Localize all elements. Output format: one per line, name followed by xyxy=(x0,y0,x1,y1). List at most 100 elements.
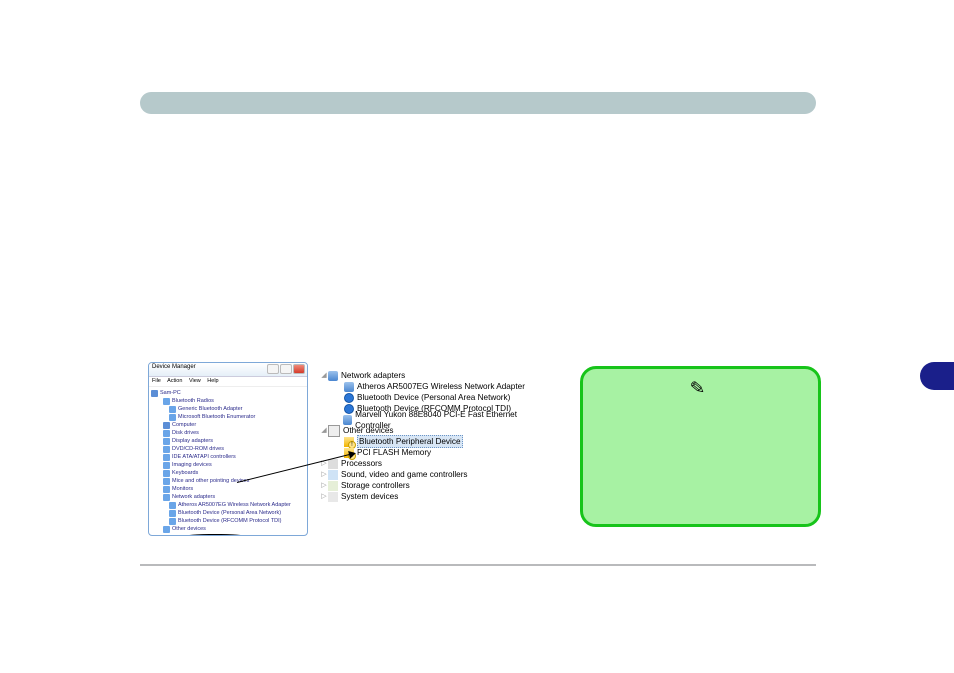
tree-item[interactable]: Imaging devices xyxy=(151,462,305,470)
bt-icon xyxy=(344,393,354,403)
bt-icon xyxy=(169,406,176,413)
tree-item-label: Imaging devices xyxy=(172,462,212,469)
dev-icon xyxy=(163,486,170,493)
zoom-row-label: Atheros AR5007EG Wireless Network Adapte… xyxy=(357,381,525,392)
dev-icon xyxy=(163,478,170,485)
snd-icon xyxy=(328,470,338,480)
minimize-button[interactable] xyxy=(267,364,279,374)
zoom-row[interactable]: Bluetooth Device (Personal Area Network) xyxy=(320,392,534,403)
tree-item-label: Generic Bluetooth Adapter xyxy=(178,406,243,413)
pencil-icon: ✎ xyxy=(689,377,706,399)
header-bar xyxy=(140,92,816,114)
device-manager-window: Device Manager File Action View Help Sam… xyxy=(148,362,308,536)
tree-item[interactable]: Other devices xyxy=(151,526,305,534)
bt-icon xyxy=(169,510,176,517)
net-icon xyxy=(163,494,170,501)
tree-item[interactable]: Microsoft Bluetooth Enumerator xyxy=(151,414,305,422)
pc-icon xyxy=(151,390,158,397)
tree-root[interactable]: Sam-PC xyxy=(160,390,181,397)
zoom-row[interactable]: Atheros AR5007EG Wireless Network Adapte… xyxy=(320,381,534,392)
dev-icon xyxy=(163,446,170,453)
menu-view[interactable]: View xyxy=(189,378,201,384)
tree-item[interactable]: Bluetooth Device (Personal Area Network) xyxy=(151,510,305,518)
zoom-row-label: System devices xyxy=(341,491,398,502)
tree-item-label: Microsoft Bluetooth Enumerator xyxy=(178,414,255,421)
net-icon xyxy=(344,382,354,392)
net-icon xyxy=(343,415,352,425)
tree-item[interactable]: Network adapters xyxy=(151,494,305,502)
tree-item[interactable]: Atheros AR5007EG Wireless Network Adapte… xyxy=(151,502,305,510)
tree-item-label: Bluetooth Radios xyxy=(172,398,214,405)
tree-item-label: Bluetooth Peripheral Device xyxy=(178,534,252,536)
menu-bar[interactable]: File Action View Help xyxy=(149,377,307,387)
tree-item-label: Network adapters xyxy=(172,494,215,501)
note-box: ✎ xyxy=(580,366,821,527)
zoom-row[interactable]: ▷ Storage controllers xyxy=(320,480,534,491)
tree-item-label: IDE ATA/ATAPI controllers xyxy=(172,454,236,461)
zoom-row[interactable]: Marvell Yukon 88E8040 PCI-E Fast Etherne… xyxy=(320,414,534,425)
tree-item[interactable]: Monitors xyxy=(151,486,305,494)
footer-rule xyxy=(140,564,816,566)
dev-icon xyxy=(163,454,170,461)
menu-action[interactable]: Action xyxy=(167,378,182,384)
bt-icon xyxy=(163,398,170,405)
tree-item-label: Monitors xyxy=(172,486,193,493)
zoom-row-label: Processors xyxy=(341,458,382,469)
dev-icon xyxy=(163,430,170,437)
tree-item[interactable]: Disk drives xyxy=(151,430,305,438)
side-tab xyxy=(920,362,954,390)
dev-icon xyxy=(163,462,170,469)
oth-icon xyxy=(163,526,170,533)
expander-icon[interactable]: ▷ xyxy=(320,480,328,491)
warn-icon xyxy=(169,535,176,536)
tree-item[interactable]: Generic Bluetooth Adapter xyxy=(151,406,305,414)
menu-file[interactable]: File xyxy=(152,378,161,384)
window-title: Device Manager xyxy=(152,364,196,370)
proc-icon xyxy=(328,459,338,469)
tree-item-label: Disk drives xyxy=(172,430,199,437)
net-icon xyxy=(169,502,176,509)
expander-icon[interactable]: ▷ xyxy=(320,469,328,480)
zoom-row-label: Sound, video and game controllers xyxy=(341,469,468,480)
dev-icon xyxy=(163,470,170,477)
expander-icon[interactable]: ◢ xyxy=(320,425,328,436)
zoom-row-label: Network adapters xyxy=(341,370,405,381)
tree-item-label: Bluetooth Device (RFCOMM Protocol TDI) xyxy=(178,518,282,525)
maximize-button[interactable] xyxy=(280,364,292,374)
bt-icon xyxy=(169,414,176,421)
net-icon xyxy=(328,371,338,381)
zoom-row[interactable]: ▷ System devices xyxy=(320,491,534,502)
tree-item[interactable]: Bluetooth Peripheral Device xyxy=(151,534,305,536)
tree-item-label: Keyboards xyxy=(172,470,198,477)
tree-item-label: Bluetooth Device (Personal Area Network) xyxy=(178,510,281,517)
dev-icon xyxy=(163,438,170,445)
tree-item[interactable]: Bluetooth Radios xyxy=(151,398,305,406)
expander-icon[interactable]: ▷ xyxy=(320,491,328,502)
warn-icon xyxy=(344,437,354,447)
sys-icon xyxy=(328,492,338,502)
device-tree[interactable]: Sam-PCBluetooth RadiosGeneric Bluetooth … xyxy=(149,387,307,536)
tree-item-label: Other devices xyxy=(172,526,206,533)
close-button[interactable] xyxy=(293,364,305,374)
zoom-row[interactable]: ◢ Network adapters xyxy=(320,370,534,381)
tree-item-label: Atheros AR5007EG Wireless Network Adapte… xyxy=(178,502,291,509)
tree-item[interactable]: Computer xyxy=(151,422,305,430)
expander-icon[interactable]: ◢ xyxy=(320,370,328,381)
zoom-row[interactable]: ▷Processors xyxy=(320,458,534,469)
zoom-row-label: Storage controllers xyxy=(341,480,410,491)
tree-item[interactable]: Mice and other pointing devices xyxy=(151,478,305,486)
zoom-row-label: PCI FLASH Memory xyxy=(357,447,431,458)
zoom-row[interactable]: Bluetooth Peripheral Device xyxy=(320,436,534,447)
bt-icon xyxy=(344,404,354,414)
bt-icon xyxy=(169,518,176,525)
tree-item[interactable]: DVD/CD-ROM drives xyxy=(151,446,305,454)
tree-item[interactable]: IDE ATA/ATAPI controllers xyxy=(151,454,305,462)
tree-item[interactable]: Display adapters xyxy=(151,438,305,446)
zoom-row[interactable]: ▷ Sound, video and game controllers xyxy=(320,469,534,480)
stor-icon xyxy=(328,481,338,491)
tree-item-label: Computer xyxy=(172,422,196,429)
tree-item[interactable]: Bluetooth Device (RFCOMM Protocol TDI) xyxy=(151,518,305,526)
window-titlebar[interactable]: Device Manager xyxy=(149,363,307,377)
menu-help[interactable]: Help xyxy=(207,378,218,384)
tree-item-label: DVD/CD-ROM drives xyxy=(172,446,224,453)
